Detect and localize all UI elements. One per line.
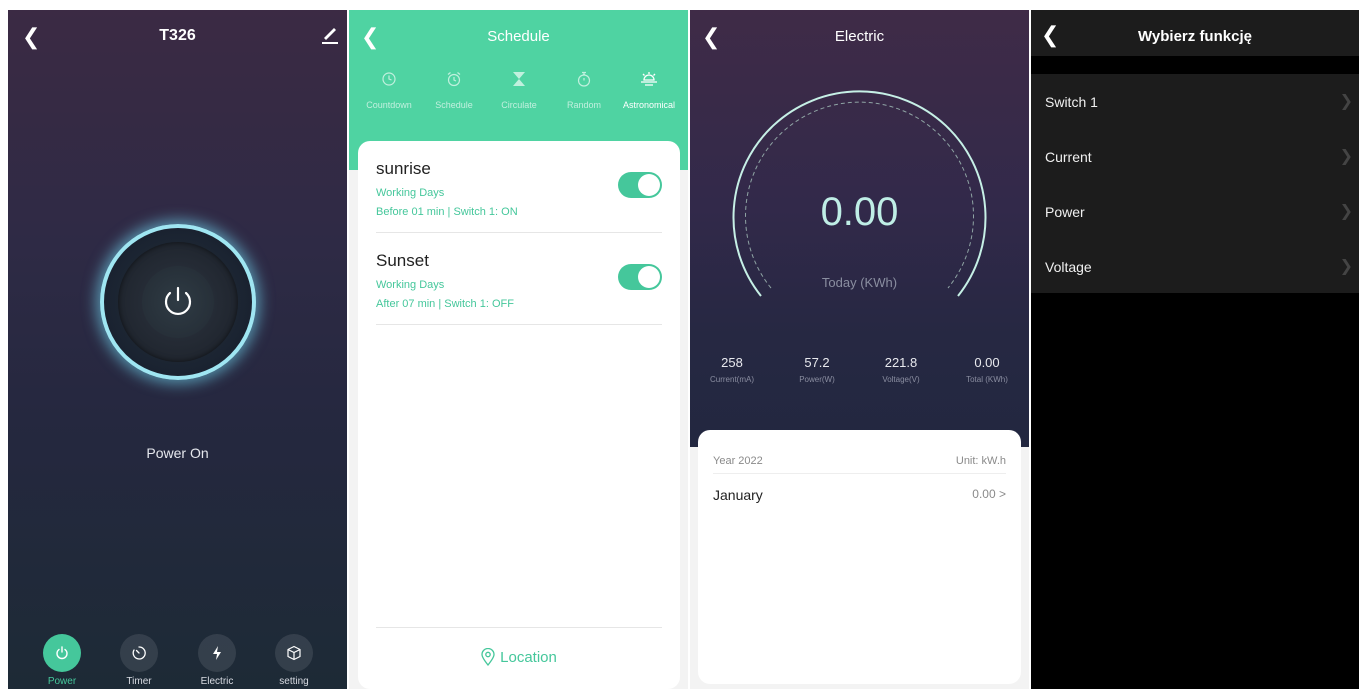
today-label: Today (KWh) bbox=[821, 275, 898, 290]
stat-label: Current(mA) bbox=[709, 375, 754, 384]
function-item-switch1[interactable]: Switch 1 ❯ bbox=[1031, 74, 1359, 129]
stat-total: 0.00 Total (KWh) bbox=[952, 355, 1022, 384]
schedule-name: sunrise bbox=[376, 159, 431, 178]
power-icon bbox=[164, 286, 192, 315]
tab-schedule[interactable]: Schedule bbox=[422, 68, 486, 110]
mode-tabs: Countdown Schedule Circulate Random Astr… bbox=[357, 68, 681, 118]
schedule-title: Schedule bbox=[487, 28, 550, 45]
stat-label: Total (KWh) bbox=[966, 375, 1008, 384]
edit-pencil-icon[interactable] bbox=[321, 24, 339, 44]
stat-value: 221.8 bbox=[884, 355, 918, 370]
stat-current: 258 Current(mA) bbox=[697, 355, 767, 384]
chevron-right-icon: ❯ bbox=[1339, 93, 1353, 110]
toggle-knob bbox=[638, 266, 660, 288]
schedule-screen: ❮ Schedule Countdown Schedule Circulate bbox=[349, 10, 688, 689]
function-title: Wybierz funkcję bbox=[1138, 28, 1252, 45]
function-screen: ❮ Wybierz funkcję Switch 1 ❯ Current ❯ P… bbox=[1031, 10, 1359, 689]
tab-power[interactable]: Power bbox=[32, 634, 92, 687]
power-button-inner bbox=[118, 242, 238, 362]
location-button[interactable]: Location bbox=[358, 648, 680, 666]
tab-countdown[interactable]: Countdown bbox=[357, 68, 421, 110]
mode-label: Schedule bbox=[435, 100, 473, 110]
schedule-item[interactable]: sunrise Working Days Before 01 min | Swi… bbox=[376, 141, 662, 233]
power-icon bbox=[43, 634, 81, 672]
divider bbox=[713, 473, 1006, 474]
stat-label: Voltage(V) bbox=[882, 375, 920, 384]
electric-header: ❮ Electric 0.00 Today (KWh) 258 Current(… bbox=[690, 10, 1029, 447]
tab-label: Power bbox=[47, 676, 77, 687]
power-button-core bbox=[142, 266, 214, 338]
function-header: ❮ Wybierz funkcję bbox=[1031, 10, 1359, 56]
chevron-right-icon: ❯ bbox=[1339, 203, 1353, 220]
stat-value: 57.2 bbox=[804, 355, 830, 370]
hourglass-icon bbox=[487, 68, 551, 90]
sun-icon bbox=[617, 68, 681, 90]
schedule-desc: Before 01 min | Switch 1: ON bbox=[376, 206, 518, 218]
power-screen: ❮ T326 Power On Power Timer Electric set… bbox=[8, 10, 347, 689]
schedule-toggle[interactable] bbox=[618, 172, 662, 198]
screenshot-stage: ❮ T326 Power On Power Timer Electric set… bbox=[0, 0, 1359, 689]
electric-screen: ❮ Electric 0.00 Today (KWh) 258 Current(… bbox=[690, 10, 1029, 689]
month-value[interactable]: 0.00 > bbox=[972, 487, 1006, 501]
timer-icon bbox=[120, 634, 158, 672]
stat-voltage: 221.8 Voltage(V) bbox=[866, 355, 936, 384]
unit-label: Unit: kW.h bbox=[955, 455, 1006, 467]
tab-astronomical[interactable]: Astronomical bbox=[617, 68, 681, 110]
mode-label: Countdown bbox=[366, 100, 412, 110]
mode-label: Random bbox=[566, 100, 602, 110]
power-header: ❮ T326 bbox=[8, 10, 347, 62]
bottom-tabbar: Power Timer Electric setting bbox=[8, 629, 347, 689]
schedule-item[interactable]: Sunset Working Days After 07 min | Switc… bbox=[376, 233, 662, 325]
schedule-toggle[interactable] bbox=[618, 264, 662, 290]
tab-electric[interactable]: Electric bbox=[187, 634, 247, 687]
tab-label: Electric bbox=[200, 676, 234, 687]
cube-icon bbox=[275, 634, 313, 672]
function-label: Voltage bbox=[1045, 259, 1092, 275]
tab-random[interactable]: Random bbox=[552, 68, 616, 110]
today-value: 0.00 bbox=[820, 190, 899, 234]
function-item-current[interactable]: Current ❯ bbox=[1031, 129, 1359, 184]
stat-value: 0.00 bbox=[974, 355, 1000, 370]
clock-icon bbox=[357, 68, 421, 90]
divider bbox=[376, 627, 662, 628]
stat-value: 258 bbox=[721, 355, 743, 370]
power-button[interactable] bbox=[100, 224, 256, 380]
tab-setting[interactable]: setting bbox=[264, 634, 324, 687]
alarm-icon bbox=[422, 68, 486, 90]
stat-power: 57.2 Power(W) bbox=[782, 355, 852, 384]
location-pin-icon bbox=[481, 648, 495, 666]
chevron-right-icon: ❯ bbox=[1339, 258, 1353, 275]
stopwatch-icon bbox=[552, 68, 616, 90]
toggle-knob bbox=[638, 174, 660, 196]
function-label: Current bbox=[1045, 149, 1092, 165]
electric-title: Electric bbox=[834, 28, 885, 45]
tab-label: setting bbox=[279, 676, 309, 687]
location-label: Location bbox=[500, 648, 557, 666]
mode-label: Circulate bbox=[501, 100, 537, 110]
schedule-card: sunrise Working Days Before 01 min | Swi… bbox=[358, 141, 680, 689]
function-label: Power bbox=[1045, 204, 1085, 220]
mode-label: Astronomical bbox=[622, 100, 676, 110]
history-card: Year 2022 Unit: kW.h January 0.00 > bbox=[698, 430, 1021, 684]
year-label: Year 2022 bbox=[713, 455, 763, 467]
tab-circulate[interactable]: Circulate bbox=[487, 68, 551, 110]
schedule-name: Sunset bbox=[376, 251, 429, 270]
function-label: Switch 1 bbox=[1045, 94, 1098, 110]
chevron-right-icon: ❯ bbox=[1339, 148, 1353, 165]
lightning-icon bbox=[198, 634, 236, 672]
tab-timer[interactable]: Timer bbox=[109, 634, 169, 687]
tab-label: Timer bbox=[126, 676, 152, 687]
function-list: Switch 1 ❯ Current ❯ Power ❯ Voltage ❯ bbox=[1031, 74, 1359, 293]
stat-label: Power(W) bbox=[799, 375, 835, 384]
function-item-power[interactable]: Power ❯ bbox=[1031, 184, 1359, 239]
function-item-voltage[interactable]: Voltage ❯ bbox=[1031, 239, 1359, 294]
device-title: T326 bbox=[159, 27, 196, 44]
schedule-desc: After 07 min | Switch 1: OFF bbox=[376, 298, 514, 310]
power-status: Power On bbox=[146, 445, 209, 461]
month-name[interactable]: January bbox=[713, 487, 763, 503]
